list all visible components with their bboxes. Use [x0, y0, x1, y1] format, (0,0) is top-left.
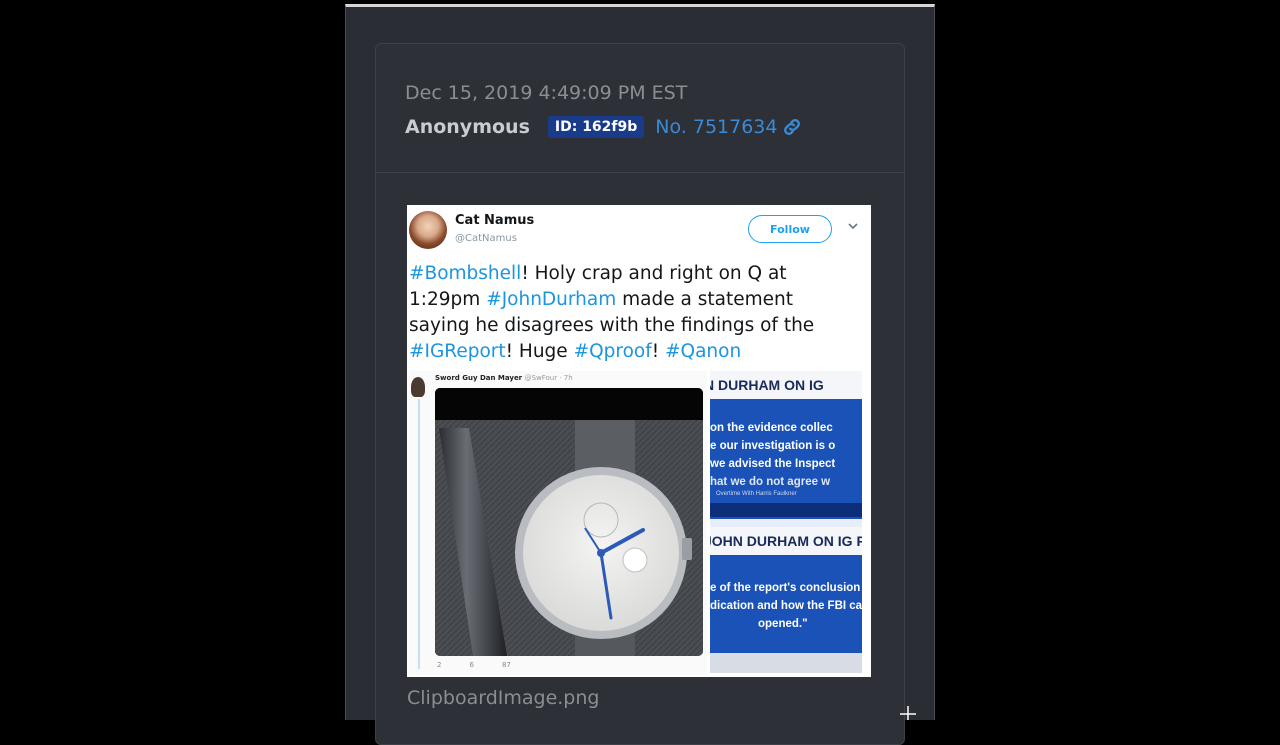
hashtag-link: #Qanon [665, 341, 742, 362]
post-author: Anonymous [405, 116, 530, 138]
link-icon[interactable] [781, 116, 803, 138]
tweet-author-name: Cat Namus [455, 213, 535, 228]
post-page: Dec 15, 2019 4:49:09 PM EST Anonymous ID… [345, 4, 935, 745]
tweet-text-segment: ! Huge [505, 341, 574, 362]
post-number-link[interactable]: No. 7517634 [655, 116, 777, 138]
cursor-icon [900, 706, 916, 720]
hashtag-link: #IGReport [409, 341, 506, 362]
reply-count: 2 [437, 661, 442, 669]
news-panel: JOHN DURHAM ON IG RE e of the report's c… [710, 527, 862, 673]
watch-illustration [435, 388, 703, 656]
attachment-filename[interactable]: ClipboardImage.png [407, 687, 599, 709]
tweet-avatar [409, 211, 447, 249]
tweet-text-segment: ! [651, 341, 666, 362]
attachment-image[interactable]: Cat Namus @CatNamus Follow #Bombshell! H… [407, 205, 871, 677]
quote-line: on the evidence collec [710, 422, 833, 434]
inner-tweet-author: Sword Guy Dan Mayer @SwFour · 7h [435, 374, 573, 382]
news-quote: on the evidence collec e our investigati… [710, 419, 862, 491]
like-count: 87 [501, 661, 511, 669]
quote-line: opened." [758, 618, 808, 630]
quote-line: e of the report's conclusion [710, 582, 861, 594]
hashtag-link: #Qproof [573, 341, 652, 362]
news-headline: JOHN DURHAM ON IG RE [710, 527, 862, 555]
news-headline: N DURHAM ON IG [710, 371, 862, 399]
news-ticker [710, 653, 862, 673]
tweet-author-handle: @CatNamus [455, 233, 517, 244]
hashtag-link: #Bombshell [409, 263, 522, 284]
news-caption: Overtime With Harris Faulkner [716, 491, 797, 497]
hashtag-link: #JohnDurham [486, 289, 617, 310]
embedded-tweet: Sword Guy Dan Mayer @SwFour · 7h 2 6 87 [409, 371, 707, 675]
news-ticker [710, 503, 862, 517]
thread-line [418, 399, 420, 669]
inner-avatar [411, 377, 425, 397]
watch-photo [435, 388, 703, 656]
quote-line: dication and how the FBI ca [710, 600, 862, 612]
inner-author-handle: @SwFour · 7h [524, 374, 573, 382]
inner-tweet-actions: 2 6 87 [437, 661, 511, 669]
post-header: Dec 15, 2019 4:49:09 PM EST Anonymous ID… [376, 44, 904, 173]
poster-id-badge[interactable]: ID: 162f9b [547, 116, 645, 138]
post-timestamp: Dec 15, 2019 4:49:09 PM EST [405, 82, 688, 104]
news-panel: N DURHAM ON IG on the evidence collec e … [710, 371, 862, 519]
follow-button: Follow [748, 215, 832, 243]
chevron-down-icon [848, 223, 858, 230]
news-quote: e of the report's conclusion dication an… [710, 579, 862, 633]
news-screenshots: N DURHAM ON IG on the evidence collec e … [710, 371, 862, 673]
inner-author-name: Sword Guy Dan Mayer [435, 374, 523, 382]
quote-line: e our investigation is o [710, 440, 836, 452]
post-meta: Anonymous ID: 162f9b No. 7517634 [405, 116, 803, 138]
quote-line: hat we do not agree w [710, 476, 831, 488]
quote-line: we advised the Inspect [710, 458, 836, 470]
tweet-text: #Bombshell! Holy crap and right on Q at … [409, 261, 859, 365]
retweet-count: 6 [469, 661, 474, 669]
